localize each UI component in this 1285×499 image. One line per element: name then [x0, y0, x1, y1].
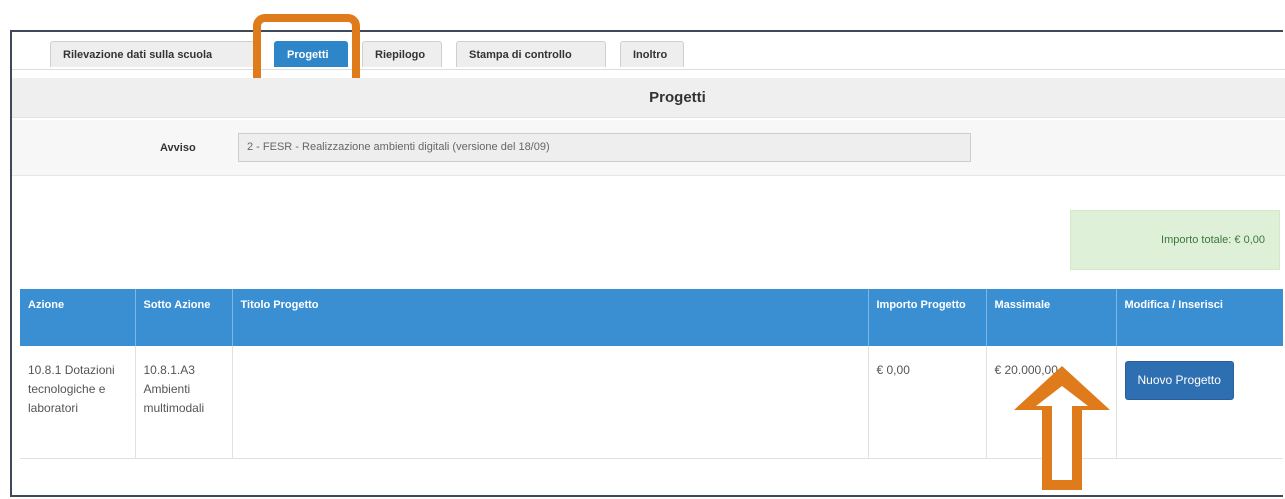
tab-riepilogo[interactable]: Riepilogo — [362, 41, 442, 67]
tab-inoltro[interactable]: Inoltro — [620, 41, 684, 67]
header-modifica-inserisci: Modifica / Inserisci — [1116, 289, 1283, 346]
page-title: Progetti — [649, 89, 706, 106]
header-massimale: Massimale — [986, 289, 1117, 346]
page-title-bar: Progetti — [12, 78, 1285, 118]
nuovo-progetto-button[interactable]: Nuovo Progetto — [1124, 361, 1234, 400]
tab-bar: Rilevazione dati sulla scuola Progetti R… — [50, 41, 698, 69]
arrow-up-annotation-icon — [1014, 366, 1110, 490]
avviso-label: Avviso — [160, 142, 196, 154]
cell-titolo-progetto — [232, 346, 869, 459]
table-header-row: Azione Sotto Azione Titolo Progetto Impo… — [20, 289, 1283, 346]
importo-totale-box: Importo totale: € 0,00 — [1070, 210, 1280, 270]
cell-azione: 10.8.1 Dotazioni tecnologiche e laborato… — [20, 346, 136, 459]
importo-totale-text: Importo totale: € 0,00 — [1161, 234, 1265, 246]
tab-rilevazione[interactable]: Rilevazione dati sulla scuola — [50, 41, 260, 67]
cell-modifica-inserisci: Nuovo Progetto — [1116, 346, 1283, 459]
avviso-row: Avviso 2 - FESR - Realizzazione ambienti… — [12, 120, 1285, 176]
header-sotto-azione: Sotto Azione — [135, 289, 233, 346]
tab-stampa-di-controllo[interactable]: Stampa di controllo — [456, 41, 606, 67]
cell-sotto-azione: 10.8.1.A3 Ambienti multimodali — [135, 346, 233, 459]
avviso-select[interactable]: 2 - FESR - Realizzazione ambienti digita… — [238, 133, 971, 162]
cell-importo-progetto: € 0,00 — [868, 346, 987, 459]
header-azione: Azione — [20, 289, 136, 346]
tab-divider — [12, 69, 1285, 70]
header-importo-progetto: Importo Progetto — [868, 289, 987, 346]
header-titolo-progetto: Titolo Progetto — [232, 289, 869, 346]
